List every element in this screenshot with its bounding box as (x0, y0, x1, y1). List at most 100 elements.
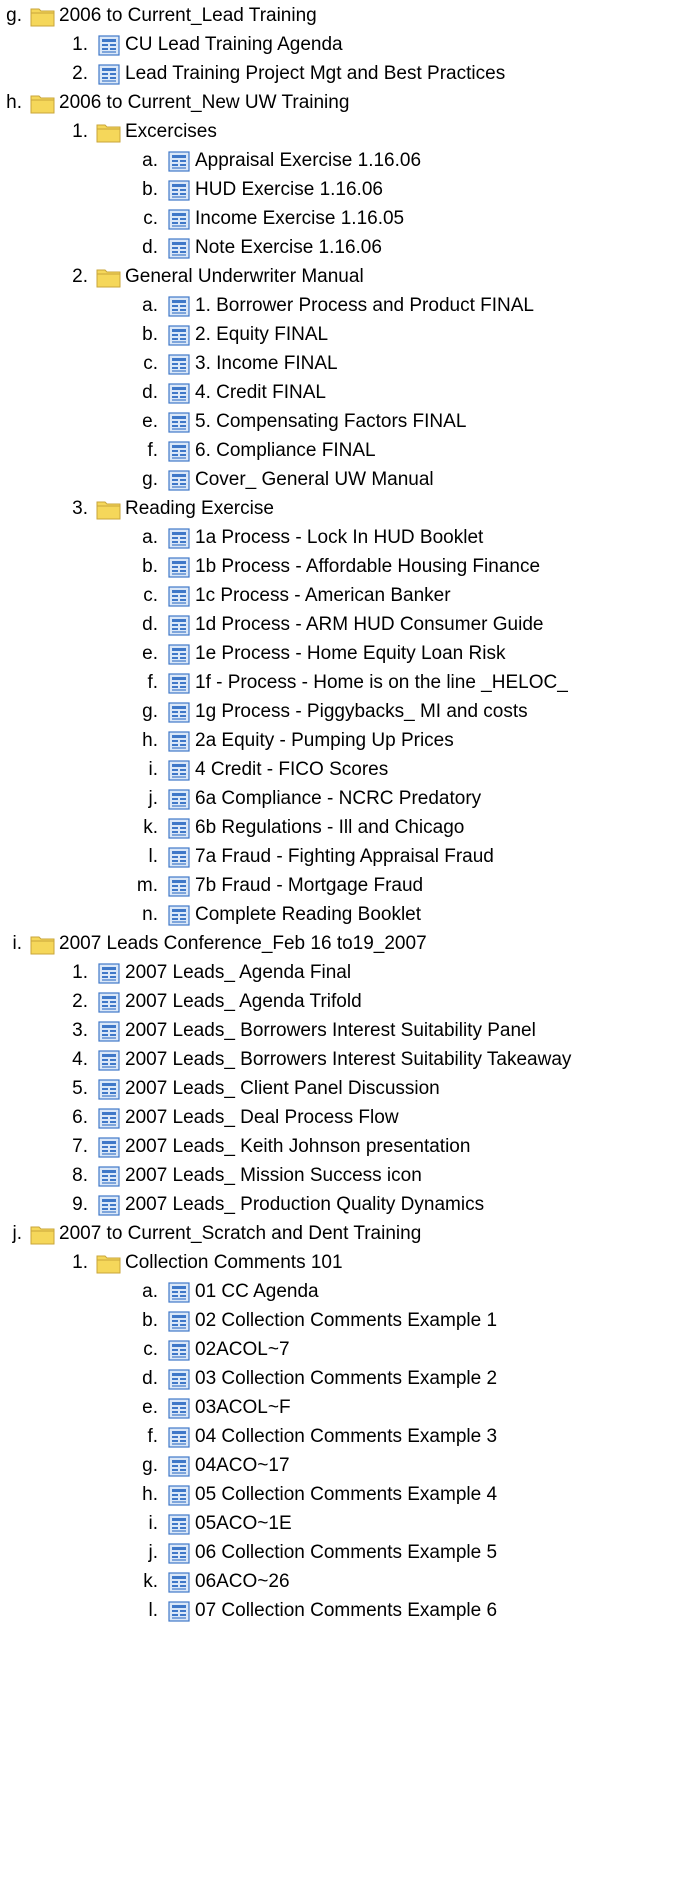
tree-file-item[interactable]: a. 1. Borrower Process and Product FINAL (0, 291, 534, 320)
file-label[interactable]: Complete Reading Booklet (195, 904, 421, 926)
tree-file-item[interactable]: j. 06 Collection Comments Example 5 (0, 1538, 497, 1567)
file-label[interactable]: CU Lead Training Agenda (125, 34, 343, 56)
file-label[interactable]: 05 Collection Comments Example 4 (195, 1484, 497, 1506)
file-label[interactable]: 02ACOL~7 (195, 1339, 290, 1361)
file-label[interactable]: 2007 Leads_ Agenda Trifold (125, 991, 362, 1013)
file-label[interactable]: 1c Process - American Banker (195, 585, 451, 607)
file-label[interactable]: 03ACOL~F (195, 1397, 291, 1419)
tree-file-item[interactable]: g. 04ACO~17 (0, 1451, 290, 1480)
tree-file-item[interactable]: g. Cover_ General UW Manual (0, 465, 434, 494)
tree-folder-item[interactable]: 1. Collection Comments 101 (0, 1248, 343, 1277)
tree-file-item[interactable]: 1. 2007 Leads_ Agenda Final (0, 958, 351, 987)
tree-file-item[interactable]: b. HUD Exercise 1.16.06 (0, 175, 383, 204)
file-label[interactable]: 4. Credit FINAL (195, 382, 326, 404)
file-label[interactable]: HUD Exercise 1.16.06 (195, 179, 383, 201)
file-label[interactable]: Cover_ General UW Manual (195, 469, 434, 491)
file-label[interactable]: 07 Collection Comments Example 6 (195, 1600, 497, 1622)
file-label[interactable]: 2007 Leads_ Borrowers Interest Suitabili… (125, 1020, 536, 1042)
file-label[interactable]: 1f - Process - Home is on the line _HELO… (195, 672, 568, 694)
tree-file-item[interactable]: 2. Lead Training Project Mgt and Best Pra… (0, 59, 505, 88)
file-label[interactable]: 06 Collection Comments Example 5 (195, 1542, 497, 1564)
file-label[interactable]: 2007 Leads_ Production Quality Dynamics (125, 1194, 484, 1216)
tree-file-item[interactable]: j. 6a Compliance - NCRC Predatory (0, 784, 481, 813)
file-label[interactable]: 06ACO~26 (195, 1571, 290, 1593)
tree-file-item[interactable]: 8. 2007 Leads_ Mission Success icon (0, 1161, 422, 1190)
tree-file-item[interactable]: f. 6. Compliance FINAL (0, 436, 376, 465)
file-label[interactable]: Appraisal Exercise 1.16.06 (195, 150, 421, 172)
tree-folder-item[interactable]: 2. General Underwriter Manual (0, 262, 364, 291)
tree-file-item[interactable]: 9. 2007 Leads_ Production Quality Dynamic… (0, 1190, 484, 1219)
tree-file-item[interactable]: f. 1f - Process - Home is on the line _HE… (0, 668, 568, 697)
file-label[interactable]: 2a Equity - Pumping Up Prices (195, 730, 454, 752)
file-label[interactable]: 3. Income FINAL (195, 353, 338, 375)
file-label[interactable]: 1. Borrower Process and Product FINAL (195, 295, 534, 317)
tree-file-item[interactable]: n. Complete Reading Booklet (0, 900, 421, 929)
folder-label[interactable]: 2007 to Current_Scratch and Dent Trainin… (59, 1223, 421, 1245)
tree-file-item[interactable]: 6. 2007 Leads_ Deal Process Flow (0, 1103, 399, 1132)
tree-file-item[interactable]: d. Note Exercise 1.16.06 (0, 233, 382, 262)
tree-file-item[interactable]: k. 06ACO~26 (0, 1567, 290, 1596)
tree-folder-item[interactable]: g. 2006 to Current_Lead Training (0, 1, 317, 30)
tree-file-item[interactable]: 5. 2007 Leads_ Client Panel Discussion (0, 1074, 440, 1103)
file-label[interactable]: 03 Collection Comments Example 2 (195, 1368, 497, 1390)
file-label[interactable]: 2007 Leads_ Deal Process Flow (125, 1107, 399, 1129)
file-label[interactable]: 02 Collection Comments Example 1 (195, 1310, 497, 1332)
tree-folder-item[interactable]: i. 2007 Leads Conference_Feb 16 to19_2007 (0, 929, 427, 958)
tree-file-item[interactable]: c. 3. Income FINAL (0, 349, 338, 378)
file-label[interactable]: 05ACO~1E (195, 1513, 292, 1535)
file-label[interactable]: Note Exercise 1.16.06 (195, 237, 382, 259)
tree-file-item[interactable]: c. 02ACOL~7 (0, 1335, 290, 1364)
tree-file-item[interactable]: 3. 2007 Leads_ Borrowers Interest Suitabi… (0, 1016, 536, 1045)
tree-file-item[interactable]: l. 7a Fraud - Fighting Appraisal Fraud (0, 842, 494, 871)
folder-label[interactable]: Reading Exercise (125, 498, 274, 520)
tree-file-item[interactable]: c. Income Exercise 1.16.05 (0, 204, 404, 233)
file-label[interactable]: 4 Credit - FICO Scores (195, 759, 388, 781)
tree-file-item[interactable]: 2. 2007 Leads_ Agenda Trifold (0, 987, 362, 1016)
tree-file-item[interactable]: k. 6b Regulations - Ill and Chicago (0, 813, 464, 842)
folder-label[interactable]: 2006 to Current_Lead Training (59, 5, 317, 27)
folder-label[interactable]: General Underwriter Manual (125, 266, 364, 288)
file-label[interactable]: 04ACO~17 (195, 1455, 290, 1477)
tree-file-item[interactable]: 4. 2007 Leads_ Borrowers Interest Suitabi… (0, 1045, 571, 1074)
tree-file-item[interactable]: d. 03 Collection Comments Example 2 (0, 1364, 497, 1393)
file-label[interactable]: 04 Collection Comments Example 3 (195, 1426, 497, 1448)
file-label[interactable]: 2007 Leads_ Keith Johnson presentation (125, 1136, 470, 1158)
tree-file-item[interactable]: d. 4. Credit FINAL (0, 378, 326, 407)
tree-folder-item[interactable]: 3. Reading Exercise (0, 494, 274, 523)
file-label[interactable]: 6b Regulations - Ill and Chicago (195, 817, 464, 839)
tree-folder-item[interactable]: h. 2006 to Current_New UW Training (0, 88, 349, 117)
tree-file-item[interactable]: g. 1g Process - Piggybacks_ MI and costs (0, 697, 528, 726)
file-label[interactable]: 1d Process - ARM HUD Consumer Guide (195, 614, 543, 636)
tree-file-item[interactable]: i. 05ACO~1E (0, 1509, 292, 1538)
file-label[interactable]: 6a Compliance - NCRC Predatory (195, 788, 481, 810)
tree-file-item[interactable]: b. 1b Process - Affordable Housing Financ… (0, 552, 540, 581)
tree-file-item[interactable]: b. 2. Equity FINAL (0, 320, 328, 349)
tree-file-item[interactable]: e. 5. Compensating Factors FINAL (0, 407, 466, 436)
file-label[interactable]: 7a Fraud - Fighting Appraisal Fraud (195, 846, 494, 868)
tree-folder-item[interactable]: j. 2007 to Current_Scratch and Dent Train… (0, 1219, 421, 1248)
folder-label[interactable]: 2007 Leads Conference_Feb 16 to19_2007 (59, 933, 427, 955)
file-label[interactable]: 1a Process - Lock In HUD Booklet (195, 527, 483, 549)
file-label[interactable]: 2007 Leads_ Mission Success icon (125, 1165, 422, 1187)
folder-label[interactable]: Collection Comments 101 (125, 1252, 343, 1274)
file-label[interactable]: 2. Equity FINAL (195, 324, 328, 346)
file-label[interactable]: 7b Fraud - Mortgage Fraud (195, 875, 423, 897)
tree-file-item[interactable]: a. Appraisal Exercise 1.16.06 (0, 146, 421, 175)
file-label[interactable]: 1b Process - Affordable Housing Finance (195, 556, 540, 578)
tree-file-item[interactable]: d. 1d Process - ARM HUD Consumer Guide (0, 610, 543, 639)
tree-file-item[interactable]: e. 1e Process - Home Equity Loan Risk (0, 639, 505, 668)
file-label[interactable]: 6. Compliance FINAL (195, 440, 376, 462)
tree-file-item[interactable]: i. 4 Credit - FICO Scores (0, 755, 388, 784)
tree-file-item[interactable]: l. 07 Collection Comments Example 6 (0, 1596, 497, 1625)
file-label[interactable]: Income Exercise 1.16.05 (195, 208, 404, 230)
file-label[interactable]: 01 CC Agenda (195, 1281, 319, 1303)
file-label[interactable]: 5. Compensating Factors FINAL (195, 411, 466, 433)
tree-file-item[interactable]: a. 01 CC Agenda (0, 1277, 319, 1306)
folder-label[interactable]: 2006 to Current_New UW Training (59, 92, 349, 114)
tree-file-item[interactable]: 1. CU Lead Training Agenda (0, 30, 343, 59)
tree-file-item[interactable]: f. 04 Collection Comments Example 3 (0, 1422, 497, 1451)
file-label[interactable]: 2007 Leads_ Borrowers Interest Suitabili… (125, 1049, 571, 1071)
tree-file-item[interactable]: b. 02 Collection Comments Example 1 (0, 1306, 497, 1335)
file-label[interactable]: 1e Process - Home Equity Loan Risk (195, 643, 505, 665)
tree-folder-item[interactable]: 1. Excercises (0, 117, 217, 146)
